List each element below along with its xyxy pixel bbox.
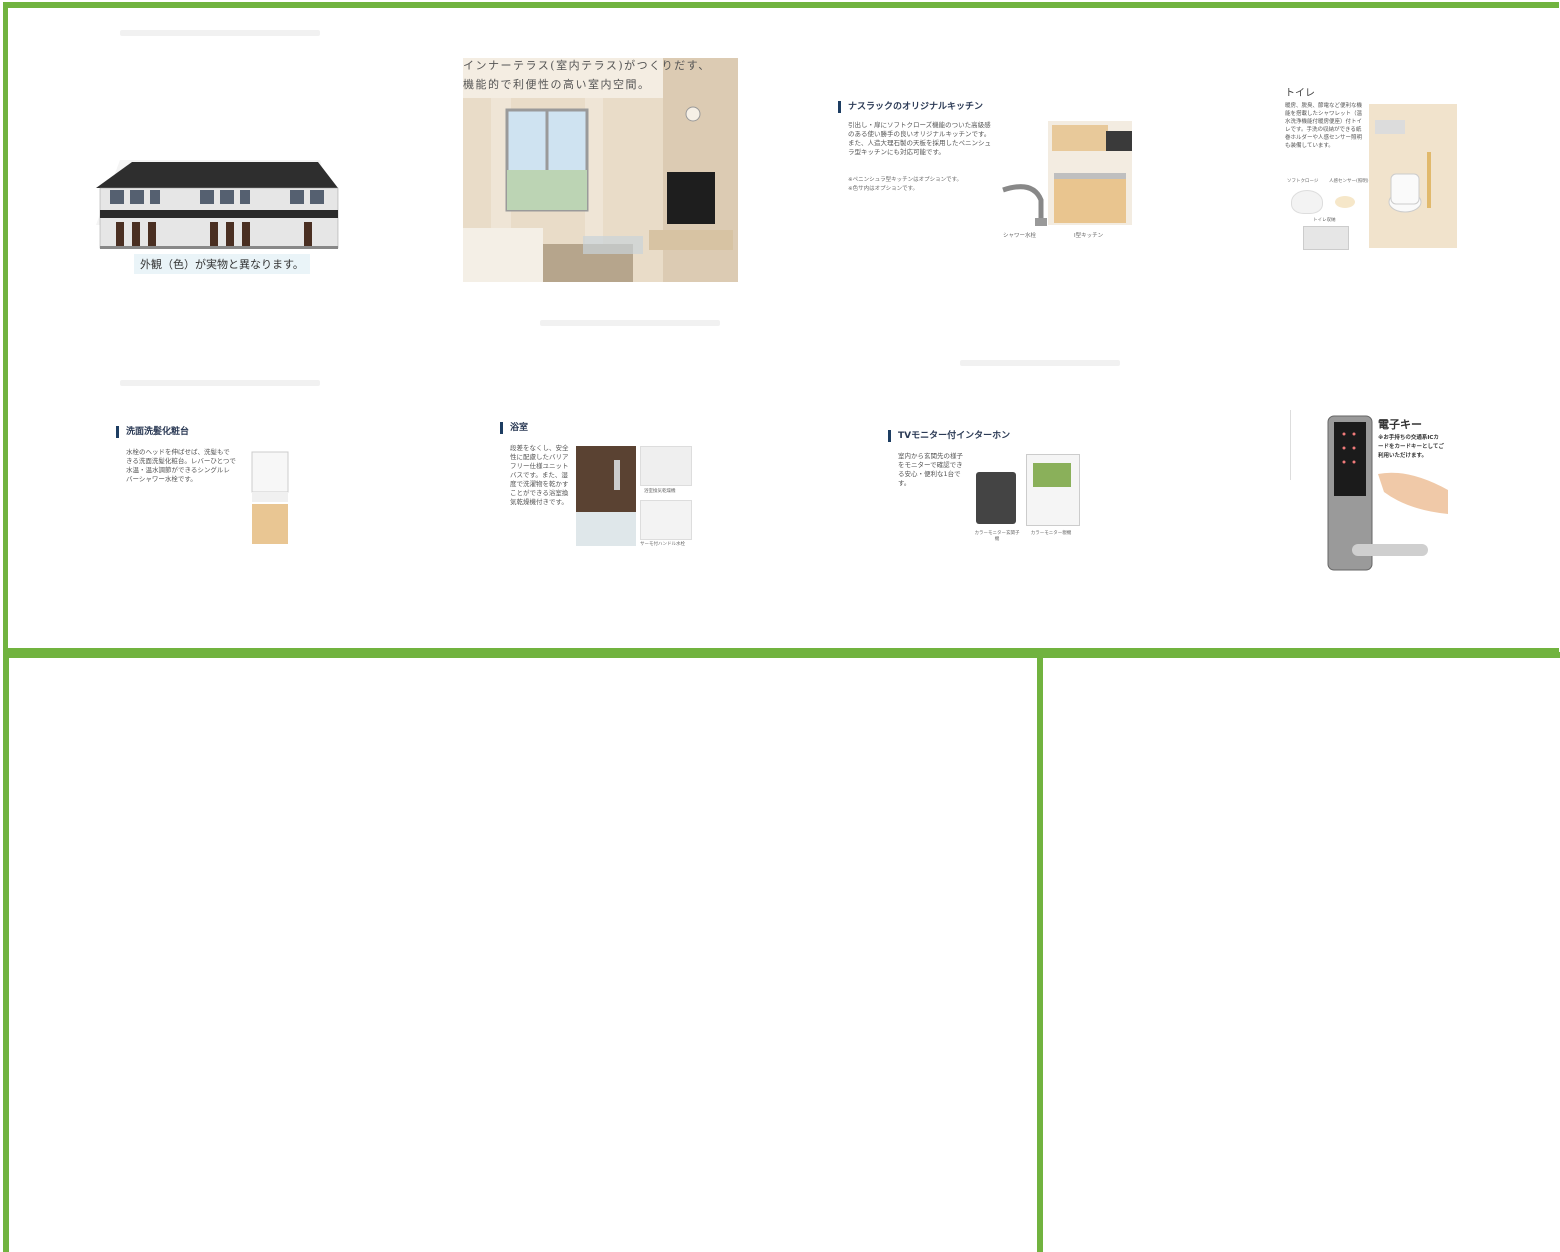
ventilation-thumb <box>640 446 692 486</box>
building-illustration <box>96 160 339 249</box>
right-panel-border <box>1040 652 1560 662</box>
toilet-seat-thumb <box>1291 190 1323 214</box>
tile-interior[interactable]: インナーテラス(室内テラス)がつくりだす、 機能的で利便性の高い室内空間。 <box>463 58 738 282</box>
bg-texture <box>120 380 320 386</box>
bath-label-2: サーモ付ハンドル水栓 <box>640 542 685 547</box>
washbasin-title: 洗面洗髪化粧台 <box>116 426 189 438</box>
faucet-photo <box>1002 184 1047 226</box>
kitchen-unit-label: I型キッチン <box>1074 233 1104 239</box>
sensor-thumb <box>1335 196 1355 208</box>
interior-headline-2: 機能的で利便性の高い室内空間。 <box>463 78 651 91</box>
bg-texture <box>960 360 1120 366</box>
toilet-label-3: トイレ収納 <box>1313 218 1336 223</box>
intercom-label-1: カラーモニター玄関子機 <box>974 531 1020 542</box>
kitchen-note-1: ※ペニンシュラ型キッチンはオプションです。 <box>848 177 963 183</box>
kitchen-photo <box>1048 121 1132 225</box>
kitchen-faucet-label: シャワー水栓 <box>1003 233 1037 239</box>
toilet-photo <box>1369 104 1457 248</box>
door-station-thumb <box>976 472 1016 524</box>
ekey-title: 電子キー <box>1378 418 1422 431</box>
toilet-title: トイレ <box>1285 88 1315 99</box>
tile-toilet[interactable]: トイレ 暖房、脱臭、節電など便利な機能を搭載したシャワレット（温水洗浄機能付暖房… <box>1285 80 1465 255</box>
kitchen-title: ナスラックのオリジナルキッチン <box>838 101 983 113</box>
bathroom-photo <box>576 446 636 546</box>
left-panel <box>3 652 1043 1252</box>
exterior-caption: 外観（色）が実物と異なります。 <box>134 254 310 274</box>
ekey-description: ※お手持ちの交通系ICカードをカードキーとしてご利用いただけます。 <box>1378 435 1444 459</box>
intercom-description: 室内から玄関先の様子をモニターで確認できる安心・便利な1台です。 <box>898 452 963 487</box>
bath-title: 浴室 <box>500 422 528 434</box>
tile-ekey[interactable]: 電子キー ※お手持ちの交通系ICカードをカードキーとしてご利用いただけます。 <box>1288 410 1458 575</box>
tile-intercom[interactable]: TVモニター付インターホン 室内から玄関先の様子をモニターで確認できる安心・便利… <box>888 428 1108 558</box>
toilet-label-2: 人感センサー(照明) <box>1329 179 1369 184</box>
bath-label-1: 浴室換気乾燥機 <box>644 489 676 494</box>
bg-texture <box>540 320 720 326</box>
kitchen-description: 引出し・扉にソフトクローズ機能のついた高級感のある使い勝手の良いオリジナルキッチ… <box>848 121 991 156</box>
intercom-title: TVモニター付インターホン <box>888 430 1010 442</box>
bg-texture <box>120 30 320 36</box>
monitor-screen <box>1033 463 1071 487</box>
washbasin-photo <box>251 451 289 544</box>
bath-description: 段差をなくし、安全性に配慮したバリアフリー仕様ユニットバスです。また、湿度で洗濯… <box>510 444 569 506</box>
monitor-thumb <box>1026 454 1080 526</box>
kitchen-note-2: ※色サ内はオプションです。 <box>848 186 919 192</box>
tile-washbasin[interactable]: 洗面洗髪化粧台 水栓のヘッドを伸ばせば、洗髪もできる洗面洗髪化粧台。レバーひとつ… <box>116 424 336 554</box>
toilet-description: 暖房、脱臭、節電など便利な機能を搭載したシャワレット（温水洗浄機能付暖房便座）付… <box>1285 103 1363 149</box>
mixer-thumb <box>640 500 692 540</box>
storage-thumb <box>1303 226 1349 250</box>
tile-exterior[interactable]: 外観（色）が実物と異なります。 <box>60 40 380 290</box>
toilet-label-1: ソフトクロージ <box>1287 179 1319 184</box>
intercom-label-2: カラーモニター親機 <box>1030 531 1072 536</box>
tile-bath[interactable]: 浴室 段差をなくし、安全性に配慮したバリアフリー仕様ユニットバスです。また、湿度… <box>500 420 710 560</box>
tile-kitchen[interactable]: ナスラックのオリジナルキッチン 引出し・扉にソフトクローズ機能のついた高級感のあ… <box>838 95 1148 255</box>
interior-headline-1: インナーテラス(室内テラス)がつくりだす、 <box>463 59 711 72</box>
washbasin-description: 水栓のヘッドを伸ばせば、洗髪もできる洗面洗髪化粧台。レバーひとつで水温・温水調節… <box>126 448 236 483</box>
